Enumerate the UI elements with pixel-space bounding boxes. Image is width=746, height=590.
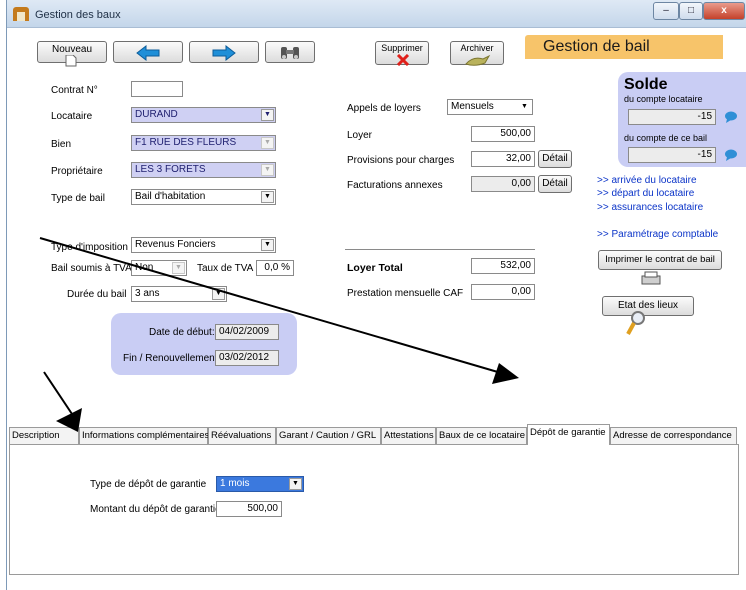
annotation-arrows [39,237,519,432]
tab-depot-garantie[interactable]: Dépôt de garantie [527,424,610,445]
annotation-arrow-line-1 [39,237,509,376]
annotation-arrow-line-2 [43,371,77,421]
annotation-arrowhead-2 [56,408,82,432]
annotation-arrowhead-1 [492,363,519,384]
